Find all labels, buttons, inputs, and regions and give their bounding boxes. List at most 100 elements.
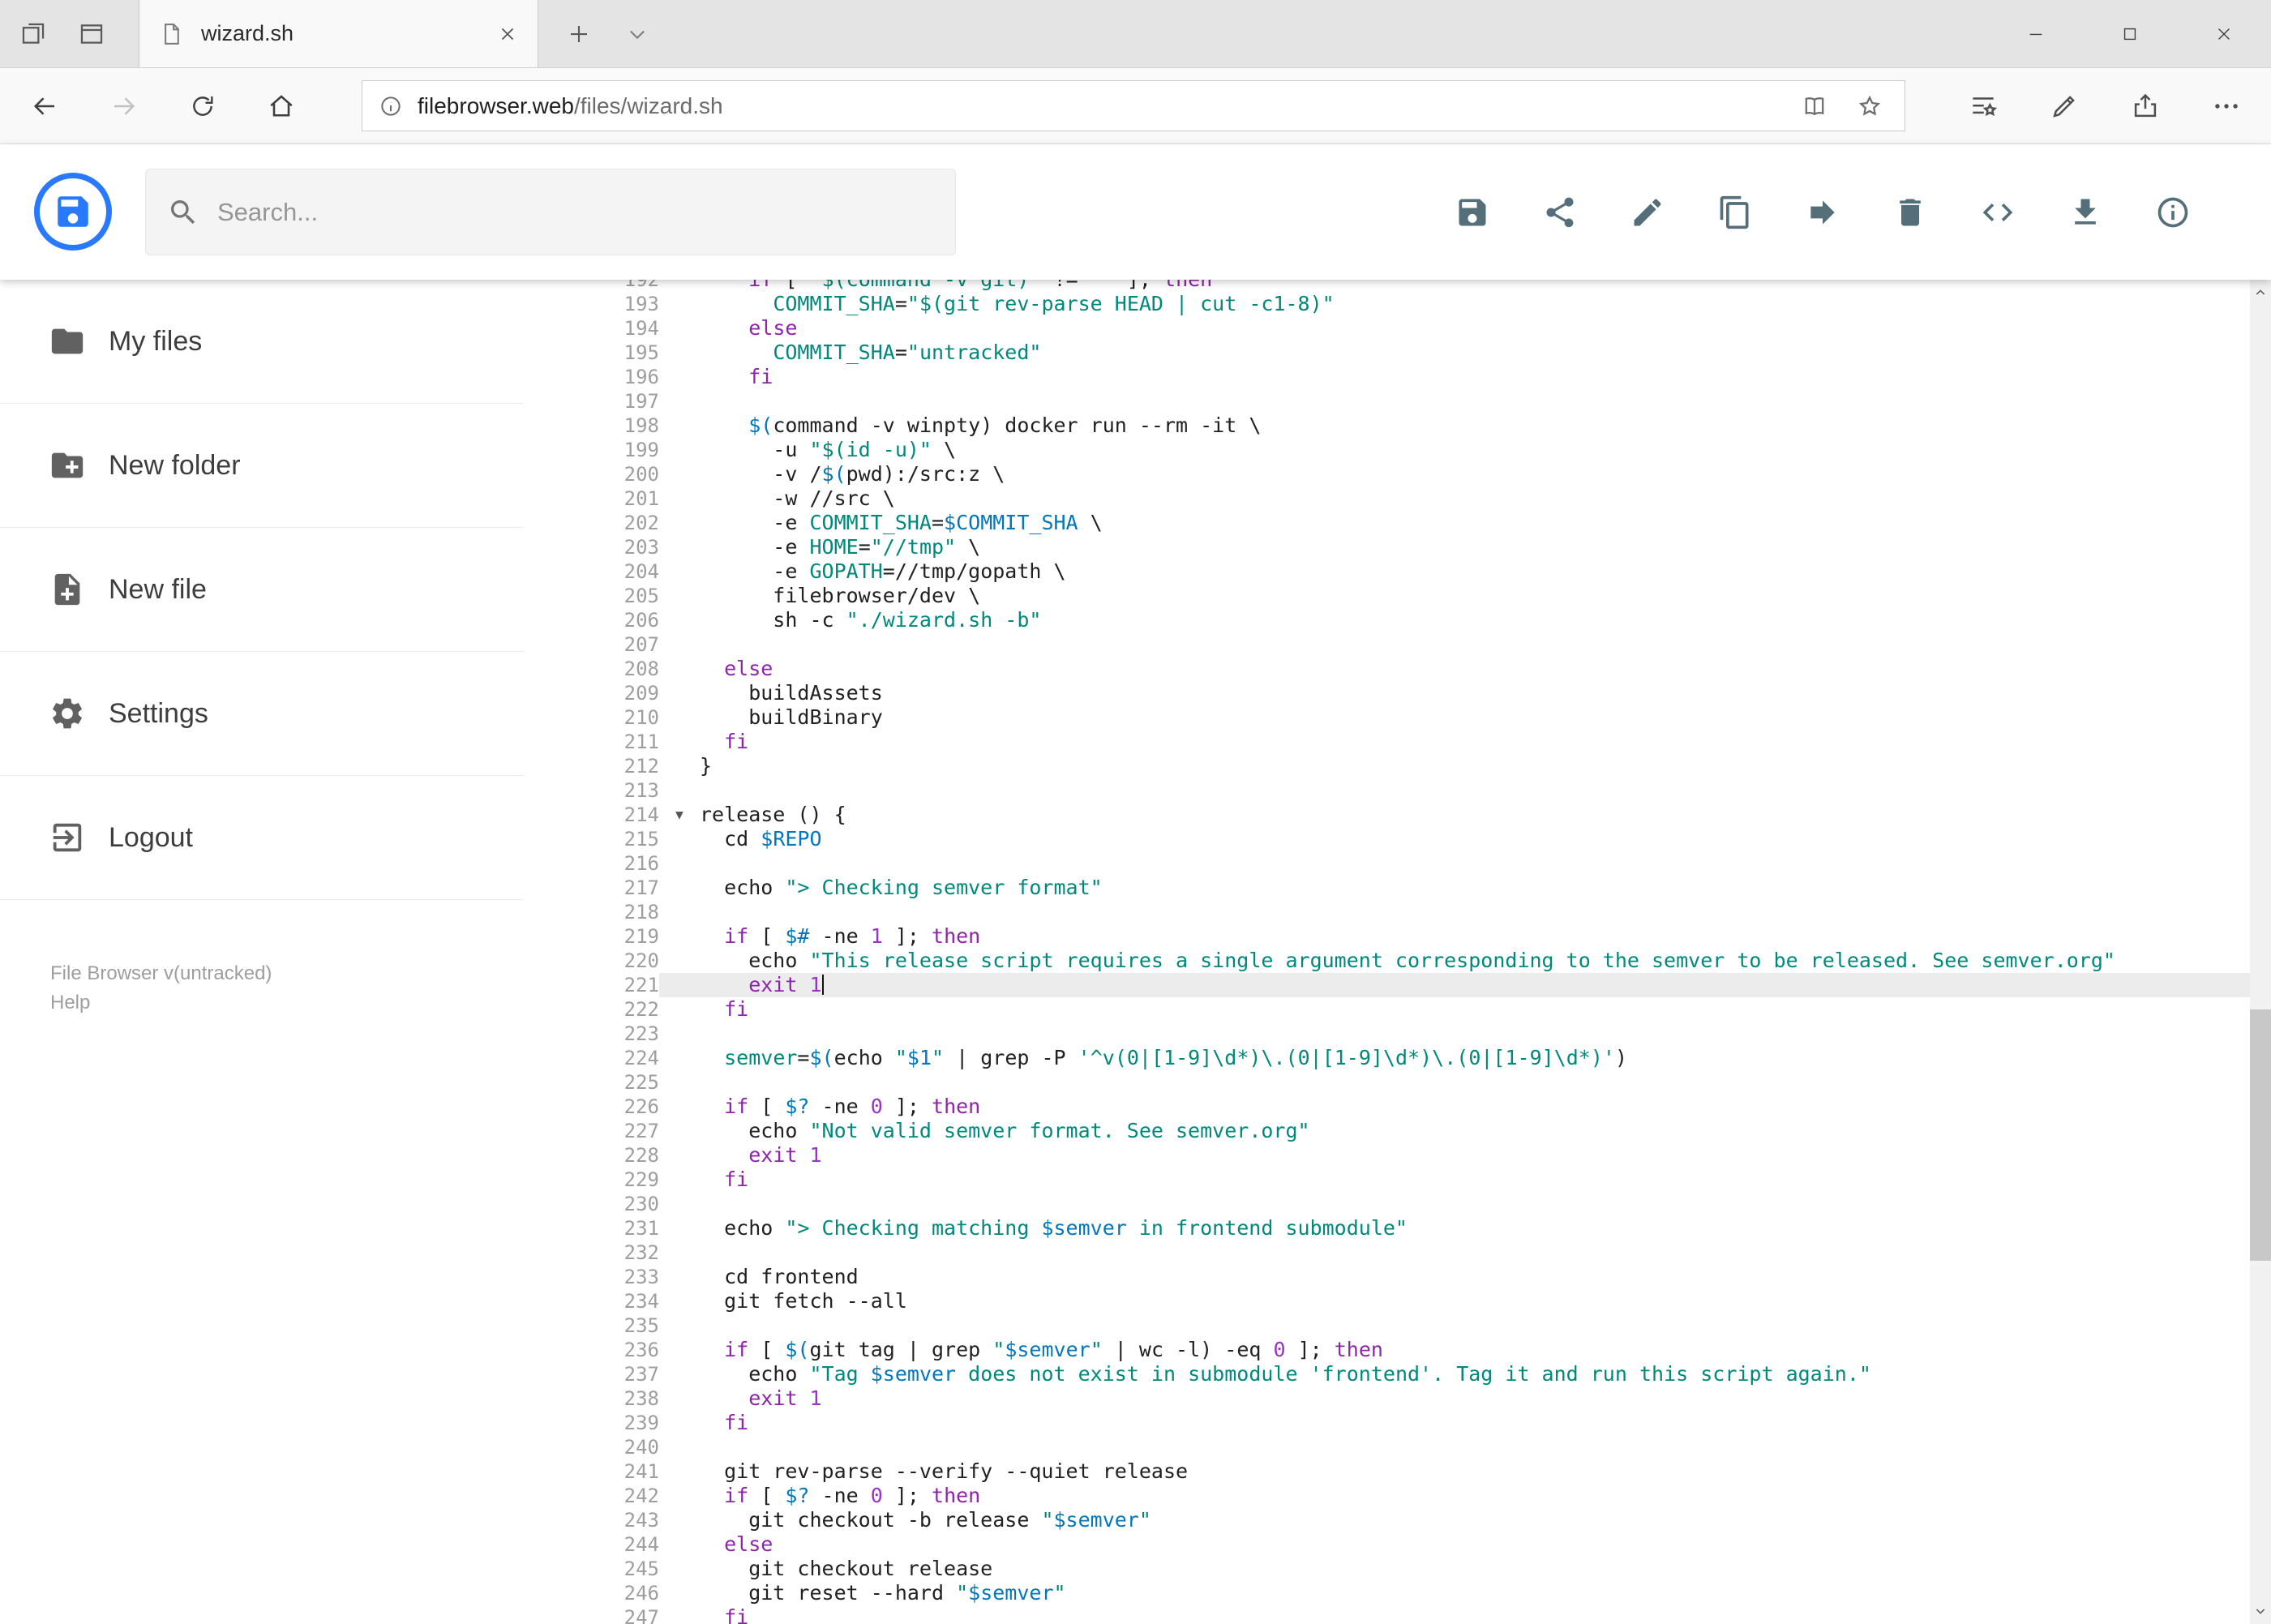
fold-marker-icon[interactable]: ▼ xyxy=(659,803,700,827)
code-line[interactable]: 241 git rev-parse --verify --quiet relea… xyxy=(523,1459,2250,1484)
code-line[interactable]: 208 else xyxy=(523,657,2250,681)
code-line[interactable]: 247 fi xyxy=(523,1605,2250,1624)
info-button[interactable] xyxy=(2155,195,2191,230)
code-line[interactable]: 244 else xyxy=(523,1532,2250,1557)
download-button[interactable] xyxy=(2067,195,2103,230)
code-line[interactable]: 209 buildAssets xyxy=(523,681,2250,705)
home-button[interactable] xyxy=(267,92,296,121)
code-line[interactable]: 236 if [ $(git tag | grep "$semver" | wc… xyxy=(523,1338,2250,1362)
search-input[interactable] xyxy=(217,197,934,227)
code-line[interactable]: 231 echo "> Checking matching $semver in… xyxy=(523,1216,2250,1240)
code-line[interactable]: 196 fi xyxy=(523,365,2250,389)
code-line[interactable]: 206 sh -c "./wizard.sh -b" xyxy=(523,608,2250,632)
sidebar-item-new-file[interactable]: New file xyxy=(0,528,523,652)
copy-button[interactable] xyxy=(1717,195,1753,230)
code-line[interactable]: 202 -e COMMIT_SHA=$COMMIT_SHA \ xyxy=(523,511,2250,535)
code-line[interactable]: 224 semver=$(echo "$1" | grep -P '^v(0|[… xyxy=(523,1046,2250,1070)
code-line[interactable]: 246 git reset --hard "$semver" xyxy=(523,1581,2250,1605)
save-button[interactable] xyxy=(1455,195,1490,230)
set-tabs-aside-icon[interactable] xyxy=(19,20,47,48)
delete-button[interactable] xyxy=(1892,195,1928,230)
code-line[interactable]: 245 git checkout release xyxy=(523,1557,2250,1581)
code-line[interactable]: 233 cd frontend xyxy=(523,1265,2250,1289)
more-options-icon[interactable] xyxy=(2211,91,2242,122)
vertical-scrollbar[interactable] xyxy=(2250,280,2271,1624)
help-link[interactable]: Help xyxy=(50,988,272,1018)
code-line[interactable]: 201 -w //src \ xyxy=(523,486,2250,511)
code-line[interactable]: 239 fi xyxy=(523,1411,2250,1435)
reading-view-icon[interactable] xyxy=(1801,92,1828,120)
code-line[interactable]: 219 if [ $# -ne 1 ]; then xyxy=(523,924,2250,949)
minimize-button[interactable] xyxy=(1989,0,2083,67)
code-line[interactable]: 207 xyxy=(523,632,2250,657)
rename-button[interactable] xyxy=(1630,195,1665,230)
hub-favorites-icon[interactable] xyxy=(1968,91,1999,122)
code-line[interactable]: 199 -u "$(id -u)" \ xyxy=(523,438,2250,462)
scroll-down-arrow-icon[interactable] xyxy=(2250,1598,2271,1624)
forward-button[interactable] xyxy=(109,92,139,121)
code-line[interactable]: 200 -v /$(pwd):/src:z \ xyxy=(523,462,2250,486)
site-info-icon[interactable] xyxy=(379,94,403,118)
code-line[interactable]: 235 xyxy=(523,1313,2250,1338)
code-line[interactable]: 221 exit 1 xyxy=(523,973,2250,997)
web-notes-pen-icon[interactable] xyxy=(2049,91,2080,122)
code-line[interactable]: 217 echo "> Checking semver format" xyxy=(523,876,2250,900)
code-line[interactable]: 238 exit 1 xyxy=(523,1386,2250,1411)
code-line[interactable]: 218 xyxy=(523,900,2250,924)
refresh-button[interactable] xyxy=(189,92,216,120)
code-line[interactable]: 222 fi xyxy=(523,997,2250,1022)
new-tab-button[interactable] xyxy=(559,15,598,54)
code-line[interactable]: 240 xyxy=(523,1435,2250,1459)
code-line[interactable]: 223 xyxy=(523,1022,2250,1046)
code-line[interactable]: 198 $(command -v winpty) docker run --rm… xyxy=(523,413,2250,438)
code-editor[interactable]: 192 if [ "$(command -v git)" != "" ]; th… xyxy=(523,280,2250,1624)
code-line[interactable]: 228 exit 1 xyxy=(523,1143,2250,1168)
sidebar-item-logout[interactable]: Logout xyxy=(0,776,523,900)
code-line[interactable]: 194 else xyxy=(523,316,2250,341)
favorite-star-icon[interactable] xyxy=(1856,92,1883,120)
code-line[interactable]: 213 xyxy=(523,778,2250,803)
move-button[interactable] xyxy=(1805,195,1840,230)
code-line[interactable]: 192 if [ "$(command -v git)" != "" ]; th… xyxy=(523,280,2250,292)
share-icon[interactable] xyxy=(2130,91,2161,122)
code-line[interactable]: 242 if [ $? -ne 0 ]; then xyxy=(523,1484,2250,1508)
code-line[interactable]: 203 -e HOME="//tmp" \ xyxy=(523,535,2250,559)
sidebar-item-new-folder[interactable]: New folder xyxy=(0,404,523,528)
code-line[interactable]: 193 COMMIT_SHA="$(git rev-parse HEAD | c… xyxy=(523,292,2250,316)
code-line[interactable]: 230 xyxy=(523,1192,2250,1216)
tab-preview-chevron-icon[interactable] xyxy=(618,15,657,54)
sidebar-item-settings[interactable]: Settings xyxy=(0,652,523,776)
code-line[interactable]: 220 echo "This release script requires a… xyxy=(523,949,2250,973)
search-box[interactable] xyxy=(145,169,956,255)
code-line[interactable]: 210 buildBinary xyxy=(523,705,2250,730)
maximize-button[interactable] xyxy=(2083,0,2177,67)
code-line[interactable]: 212} xyxy=(523,754,2250,778)
code-line[interactable]: 227 echo "Not valid semver format. See s… xyxy=(523,1119,2250,1143)
code-line[interactable]: 243 git checkout -b release "$semver" xyxy=(523,1508,2250,1532)
scroll-up-arrow-icon[interactable] xyxy=(2250,280,2271,306)
code-line[interactable]: 234 git fetch --all xyxy=(523,1289,2250,1313)
code-line[interactable]: 197 xyxy=(523,389,2250,413)
code-line[interactable]: 232 xyxy=(523,1240,2250,1265)
share-button[interactable] xyxy=(1542,195,1578,230)
close-window-button[interactable] xyxy=(2177,0,2271,67)
app-logo[interactable] xyxy=(34,173,112,251)
code-line[interactable]: 214 ▼ release () { xyxy=(523,803,2250,827)
code-line[interactable]: 205 filebrowser/dev \ xyxy=(523,584,2250,608)
code-line[interactable]: 216 xyxy=(523,851,2250,876)
raw-view-button[interactable] xyxy=(1980,195,2016,230)
sidebar-item-my-files[interactable]: My files xyxy=(0,280,523,404)
code-line[interactable]: 211 fi xyxy=(523,730,2250,754)
code-line[interactable]: 229 fi xyxy=(523,1168,2250,1192)
code-line[interactable]: 226 if [ $? -ne 0 ]; then xyxy=(523,1095,2250,1119)
browser-tab[interactable]: wizard.sh xyxy=(139,0,538,67)
scrollbar-thumb[interactable] xyxy=(2250,1009,2271,1261)
tab-preview-icon[interactable] xyxy=(78,20,105,48)
code-line[interactable]: 225 xyxy=(523,1070,2250,1095)
tab-close-icon[interactable] xyxy=(497,24,518,45)
code-line[interactable]: 237 echo "Tag $semver does not exist in … xyxy=(523,1362,2250,1386)
code-line[interactable]: 215 cd $REPO xyxy=(523,827,2250,851)
address-field[interactable]: filebrowser.web/files/wizard.sh xyxy=(362,80,1905,131)
code-line[interactable]: 195 COMMIT_SHA="untracked" xyxy=(523,341,2250,365)
code-line[interactable]: 204 -e GOPATH=//tmp/gopath \ xyxy=(523,559,2250,584)
